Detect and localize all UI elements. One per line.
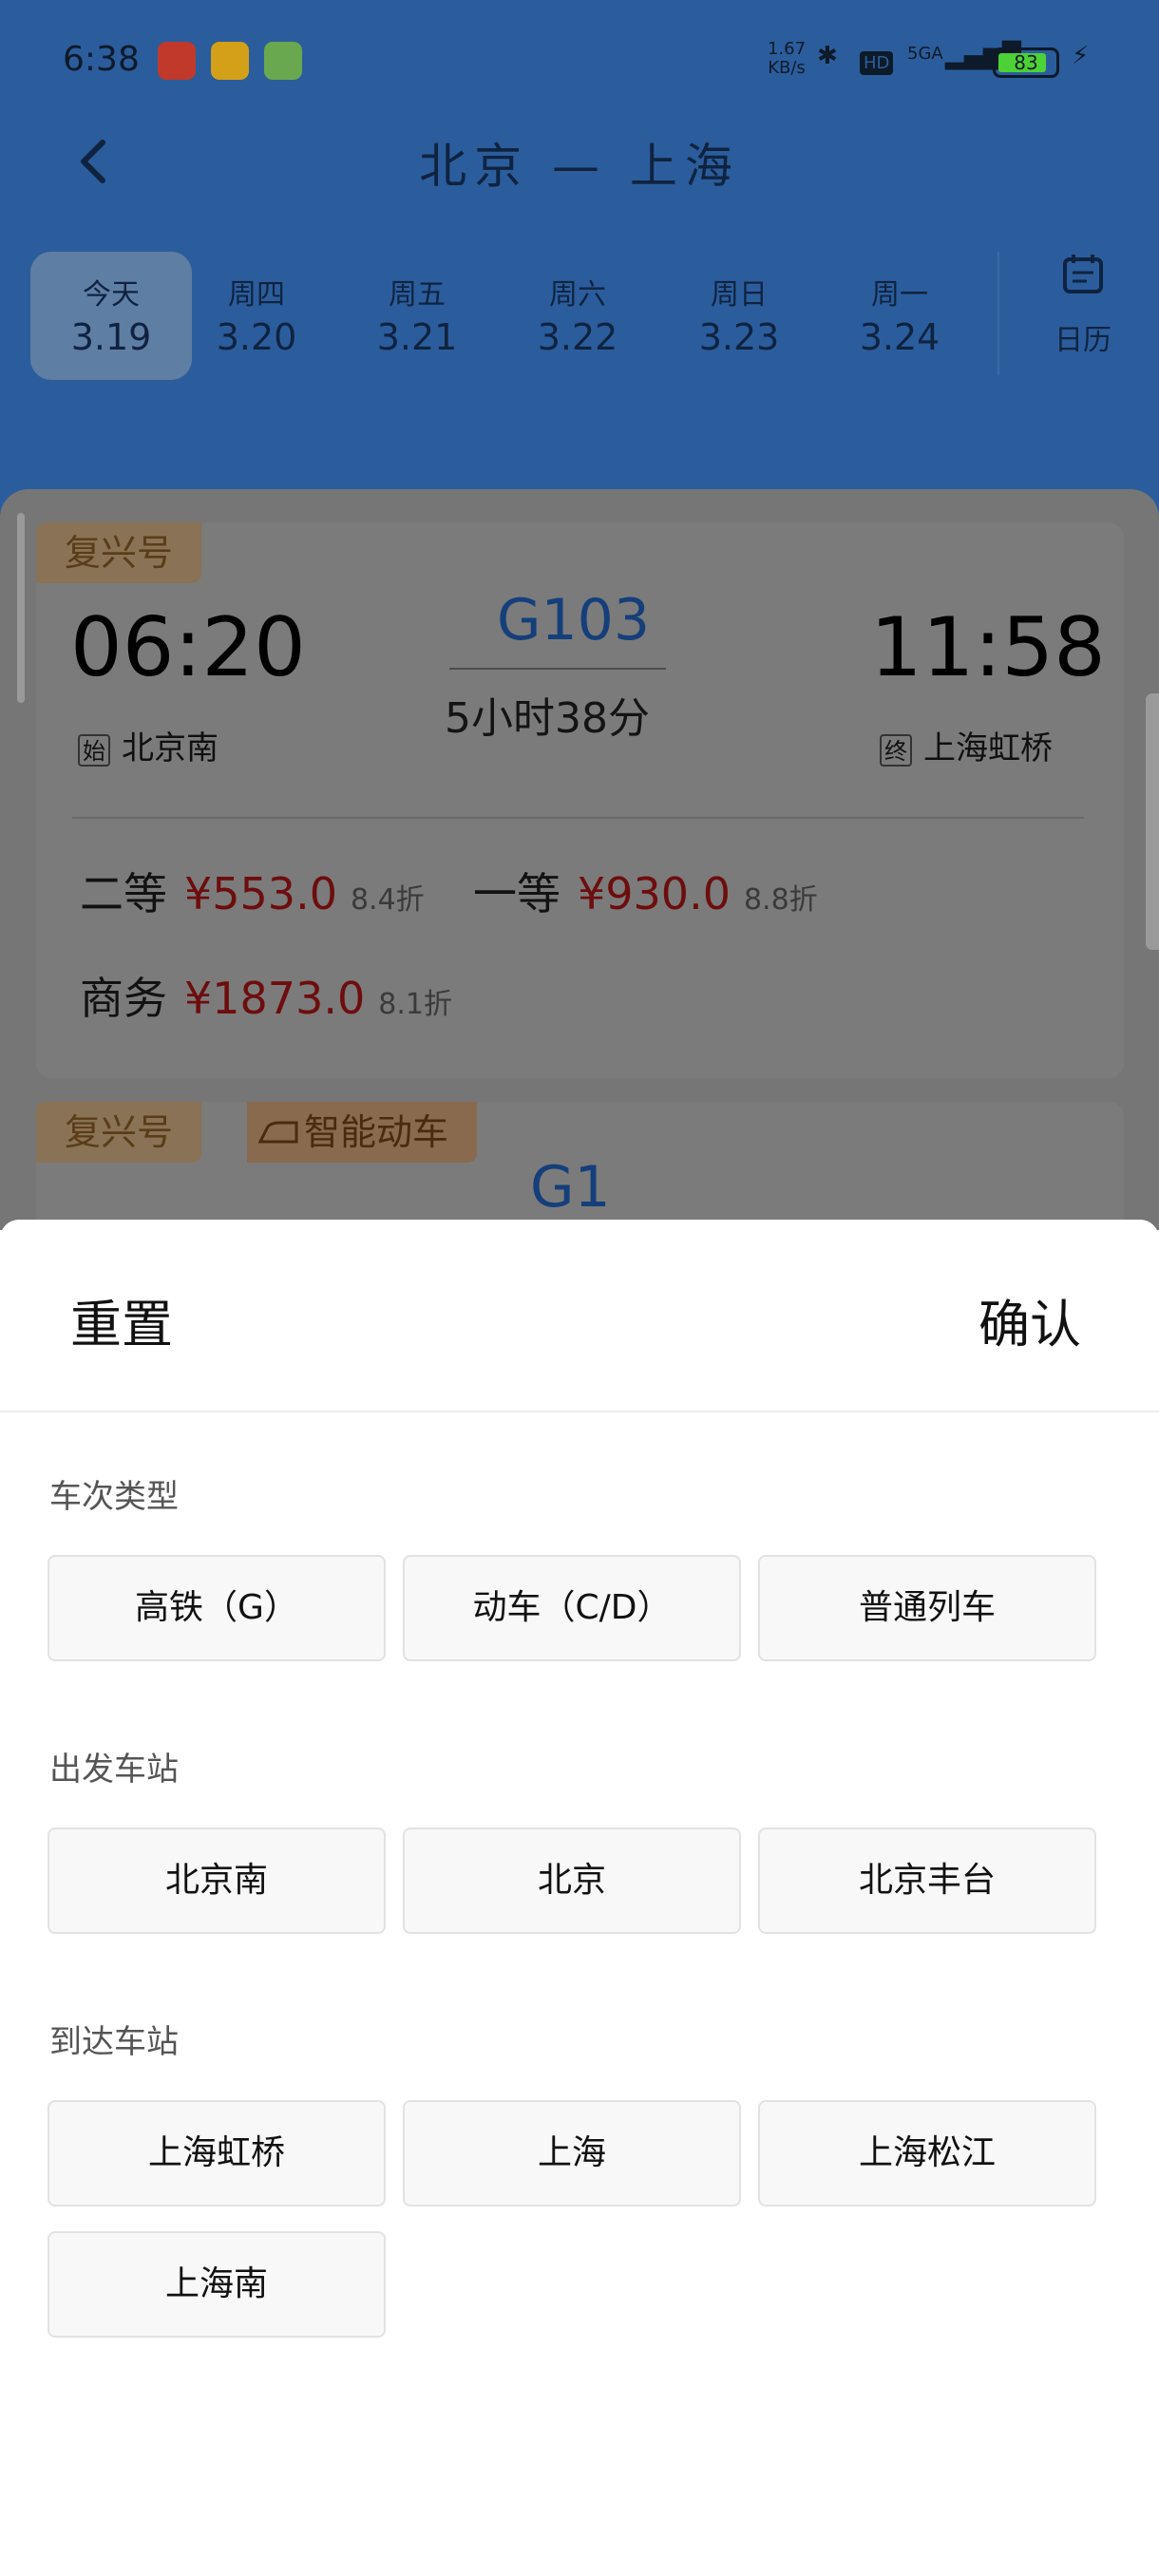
train-number: G1 — [530, 1154, 611, 1221]
arrive-station: 终上海虹桥 — [880, 722, 1053, 768]
option-shanghai-hongqiao[interactable]: 上海虹桥 — [48, 2100, 386, 2207]
seat-second-class: 二等 ¥553.0 8.4折 — [80, 868, 425, 919]
date-tab[interactable]: 周六 3.22 — [497, 252, 658, 380]
scrollbar[interactable] — [17, 513, 25, 703]
option-shanghai-songjiang[interactable]: 上海松江 — [758, 2100, 1096, 2207]
scrollbar[interactable] — [1146, 693, 1159, 950]
net-speed: 1.67 KB/s — [767, 39, 807, 78]
bluetooth-icon: ✱ — [817, 42, 838, 70]
option-shanghai-south[interactable]: 上海南 — [48, 2231, 386, 2338]
section-title-arrive-station: 到达车站 — [49, 2023, 179, 2061]
fuxing-badge: 复兴号 — [36, 522, 202, 583]
calendar-icon — [1063, 255, 1103, 294]
notification-app-icon — [158, 42, 196, 80]
date-tab[interactable]: 周一 3.24 — [819, 252, 980, 380]
power-app-icon — [264, 42, 302, 80]
option-shanghai[interactable]: 上海 — [403, 2100, 741, 2207]
date-tab[interactable]: 周四 3.20 — [176, 252, 337, 380]
depart-station: 始北京南 — [78, 722, 218, 768]
option-beijing-fengtai[interactable]: 北京丰台 — [758, 1828, 1096, 1934]
option-regular-train[interactable]: 普通列车 — [758, 1555, 1096, 1661]
date-tab-today[interactable]: 今天 3.19 — [30, 252, 192, 380]
train-card[interactable]: 复兴号 06:20 G103 5小时38分 11:58 始北京南 终上海虹桥 二… — [36, 522, 1124, 1078]
divider — [72, 817, 1084, 819]
end-tag: 终 — [880, 733, 912, 767]
seat-first-class: 一等 ¥930.0 8.8折 — [473, 868, 818, 919]
start-tag: 始 — [78, 733, 110, 767]
train-icon — [258, 1121, 298, 1144]
section-title-depart-station: 出发车站 — [49, 1751, 179, 1789]
train-number: G103 — [497, 587, 651, 653]
divider — [998, 252, 999, 375]
status-time: 6:38 — [63, 40, 140, 79]
option-beijing[interactable]: 北京 — [403, 1828, 741, 1934]
option-high-speed[interactable]: 高铁（G） — [48, 1555, 386, 1661]
date-tab[interactable]: 周五 3.21 — [336, 252, 498, 380]
charging-icon: ⚡ — [1072, 42, 1090, 70]
train-card[interactable]: 复兴号 智能动车 G1 — [36, 1102, 1124, 1230]
battery-icon: 83 — [993, 47, 1059, 78]
depart-time: 06:20 — [70, 600, 306, 695]
option-emu[interactable]: 动车（C/D） — [403, 1555, 741, 1661]
arrive-time: 11:58 — [870, 600, 1106, 695]
reset-button[interactable]: 重置 — [70, 1282, 173, 1357]
fuxing-badge: 复兴号 — [36, 1102, 202, 1163]
calendar-button[interactable]: 日历 — [1016, 252, 1150, 380]
option-beijing-south[interactable]: 北京南 — [48, 1828, 386, 1934]
section-title-train-type: 车次类型 — [49, 1478, 179, 1516]
page-title: 北京 — 上海 — [419, 139, 740, 194]
route-line — [449, 668, 666, 670]
smart-emu-badge: 智能动车 — [247, 1102, 478, 1163]
weibo-app-icon — [211, 42, 249, 80]
confirm-button[interactable]: 确认 — [978, 1282, 1081, 1357]
status-bar: 6:38 1.67 KB/s ✱ HD 5GA ▂▄▆█ 83 ⚡ — [0, 0, 1159, 123]
divider — [0, 1411, 1159, 1412]
signal-icon: 5GA — [907, 44, 943, 64]
hd-icon: HD — [860, 51, 894, 75]
date-tab[interactable]: 周日 3.23 — [658, 252, 820, 380]
seat-business-class: 商务 ¥1873.0 8.1折 — [80, 973, 452, 1024]
duration: 5小时38分 — [445, 694, 650, 743]
